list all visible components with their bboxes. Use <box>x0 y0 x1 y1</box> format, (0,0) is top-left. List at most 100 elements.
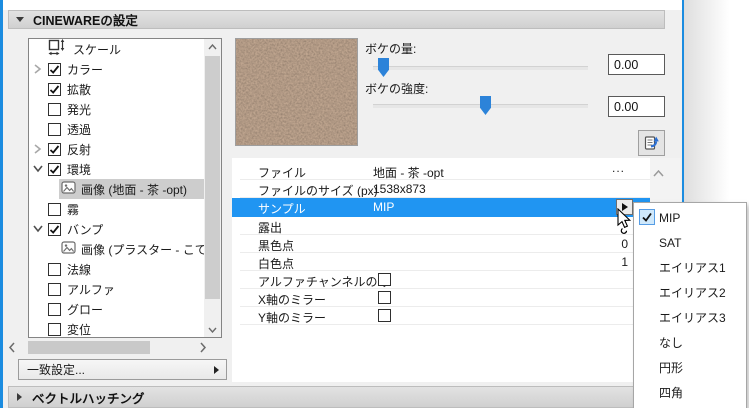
tree-item-label: アルファ <box>67 282 115 297</box>
tree-horizontal-scrollbar[interactable] <box>8 341 207 354</box>
tree-item-label: 環境 <box>67 162 92 177</box>
tree-item-normal[interactable]: 法線 <box>29 259 204 279</box>
property-row-black-point[interactable]: 黒色点 0 <box>232 235 650 253</box>
tree-item-scale[interactable]: スケール <box>29 39 204 59</box>
blur-strength-input[interactable] <box>608 96 665 117</box>
expander-expanded-icon[interactable] <box>31 162 45 176</box>
selected-row-highlight: 画像 (地面 - 茶 -opt) <box>59 179 204 199</box>
tree-item-transparency[interactable]: 透過 <box>29 119 204 139</box>
expander-collapsed-icon[interactable] <box>31 62 45 76</box>
property-row-y-mirror[interactable]: Y軸のミラー <box>232 307 650 325</box>
match-settings-button[interactable]: 一致設定... <box>18 359 227 380</box>
tree-scrollbar-thumb[interactable] <box>205 56 220 299</box>
tree-item-alpha[interactable]: アルファ <box>29 279 204 299</box>
tree-item-fog[interactable]: 霧 <box>29 199 204 219</box>
tree-item-label: 透過 <box>67 122 92 137</box>
flyout-arrow-icon <box>214 365 219 374</box>
menu-item-alias3[interactable]: エイリアス3 <box>634 305 746 330</box>
property-row-file[interactable]: ファイル 地面 - 茶 -opt ... <box>232 161 650 180</box>
tree-item-diffuse[interactable]: 拡散 <box>29 79 204 99</box>
transfer-settings-button[interactable] <box>638 130 665 156</box>
blur-amount-slider-track[interactable] <box>373 66 588 70</box>
menu-item-label: SAT <box>659 235 682 250</box>
menu-item-sat[interactable]: SAT <box>634 230 746 255</box>
property-row-sample[interactable]: サンプル MIP <box>232 198 650 217</box>
menu-item-label: エイリアス3 <box>659 311 726 325</box>
checkbox-unchecked[interactable] <box>48 262 61 276</box>
tree-item-label: 変位 <box>67 322 92 337</box>
property-row-file-size[interactable]: ファイルのサイズ (px) 1538x873 <box>232 180 650 198</box>
property-value: MIP <box>373 200 395 214</box>
checkbox-checked[interactable] <box>48 62 61 76</box>
dialog-top-strip <box>3 0 682 10</box>
scroll-down-icon[interactable] <box>204 322 221 337</box>
checkbox-checked[interactable] <box>48 82 61 96</box>
tree-item-label: 発光 <box>67 102 92 117</box>
browse-button[interactable]: ... <box>612 161 625 175</box>
scroll-left-icon[interactable] <box>8 341 16 357</box>
tree-item-label: スケール <box>73 42 122 57</box>
checkbox-unchecked[interactable] <box>48 202 61 216</box>
scale-icon <box>48 39 66 59</box>
expander-expanded-icon[interactable] <box>31 222 45 236</box>
checkbox-checked[interactable] <box>48 222 61 236</box>
menu-item-label: エイリアス1 <box>659 261 726 275</box>
blur-amount-input[interactable] <box>608 54 665 75</box>
property-value: 1538x873 <box>373 182 426 196</box>
tree-item-environment-image[interactable]: 画像 (地面 - 茶 -opt) <box>29 179 204 199</box>
tree-vertical-scrollbar[interactable] <box>204 39 221 337</box>
tree-item-environment[interactable]: 環境 <box>29 159 204 179</box>
section-title: ベクトルハッチング <box>32 391 145 406</box>
checkbox-checked[interactable] <box>48 142 61 156</box>
property-row-alpha-channel-only[interactable]: アルファチャンネルのみ <box>232 271 650 289</box>
checkbox-unchecked[interactable] <box>48 122 61 136</box>
tree-item-displacement[interactable]: 変位 <box>29 319 204 337</box>
checkbox-unchecked[interactable] <box>48 302 61 316</box>
tree-item-luminance[interactable]: 発光 <box>29 99 204 119</box>
tree-hscrollbar-thumb[interactable] <box>28 341 150 354</box>
checkbox-unchecked[interactable] <box>48 102 61 116</box>
cineware-settings-panel: CINEWAREの設定 スケール カラー 拡散 発光 透過 反射 環境 画像 (… <box>0 0 749 408</box>
menu-item-mip[interactable]: MIP <box>634 205 746 230</box>
expander-collapsed-icon[interactable] <box>31 142 45 156</box>
menu-item-none[interactable]: なし <box>634 330 746 355</box>
property-row-white-point[interactable]: 白色点 1 <box>232 253 650 271</box>
tree-item-label: 霧 <box>67 202 80 217</box>
checkbox-unchecked[interactable] <box>48 322 61 336</box>
tree-item-label: 画像 (地面 - 茶 -opt) <box>81 182 188 197</box>
checkbox-unchecked[interactable] <box>378 291 391 304</box>
transfer-settings-icon <box>644 136 659 150</box>
checkbox-checked[interactable] <box>48 162 61 176</box>
section-header-cineware[interactable]: CINEWAREの設定 <box>8 10 665 29</box>
menu-item-circle[interactable]: 円形 <box>634 355 746 380</box>
property-row-x-mirror[interactable]: X軸のミラー <box>232 289 650 307</box>
section-header-vector-hatching[interactable]: ベクトルハッチング <box>8 386 672 408</box>
scroll-right-icon[interactable] <box>199 341 207 357</box>
check-icon <box>639 209 655 225</box>
menu-item-alias1[interactable]: エイリアス1 <box>634 255 746 280</box>
tree-item-bump-image[interactable]: 画像 (プラスター - こて仕上げ <box>29 239 204 259</box>
scroll-up-icon[interactable] <box>204 39 221 54</box>
checkbox-unchecked[interactable] <box>378 309 391 322</box>
match-settings-label: 一致設定... <box>27 363 86 377</box>
property-value: 0 <box>621 237 628 251</box>
texture-preview[interactable] <box>235 38 358 146</box>
menu-item-square[interactable]: 四角 <box>634 380 746 405</box>
tree-item-label: 画像 (プラスター - こて仕上げ <box>81 242 204 257</box>
tree-item-label: 法線 <box>67 262 92 277</box>
checkbox-unchecked[interactable] <box>378 273 391 286</box>
tree-item-label: グロー <box>67 302 104 317</box>
tree-item-bump[interactable]: バンプ <box>29 219 204 239</box>
tree-item-reflection[interactable]: 反射 <box>29 139 204 159</box>
menu-item-label: 円形 <box>659 361 684 375</box>
scroll-up-icon[interactable] <box>653 166 664 180</box>
collapse-triangle-icon <box>16 17 24 22</box>
checkbox-unchecked[interactable] <box>48 282 61 296</box>
tree-item-glow[interactable]: グロー <box>29 299 204 319</box>
menu-item-alias2[interactable]: エイリアス2 <box>634 280 746 305</box>
menu-item-label: MIP <box>659 210 681 225</box>
sample-dropdown-menu: MIP SAT エイリアス1 エイリアス2 エイリアス3 なし 円形 四角 <box>633 202 747 408</box>
tree-item-label: カラー <box>67 62 104 77</box>
tree-item-color[interactable]: カラー <box>29 59 204 79</box>
property-row-exposure[interactable]: 露出 <box>232 217 650 235</box>
